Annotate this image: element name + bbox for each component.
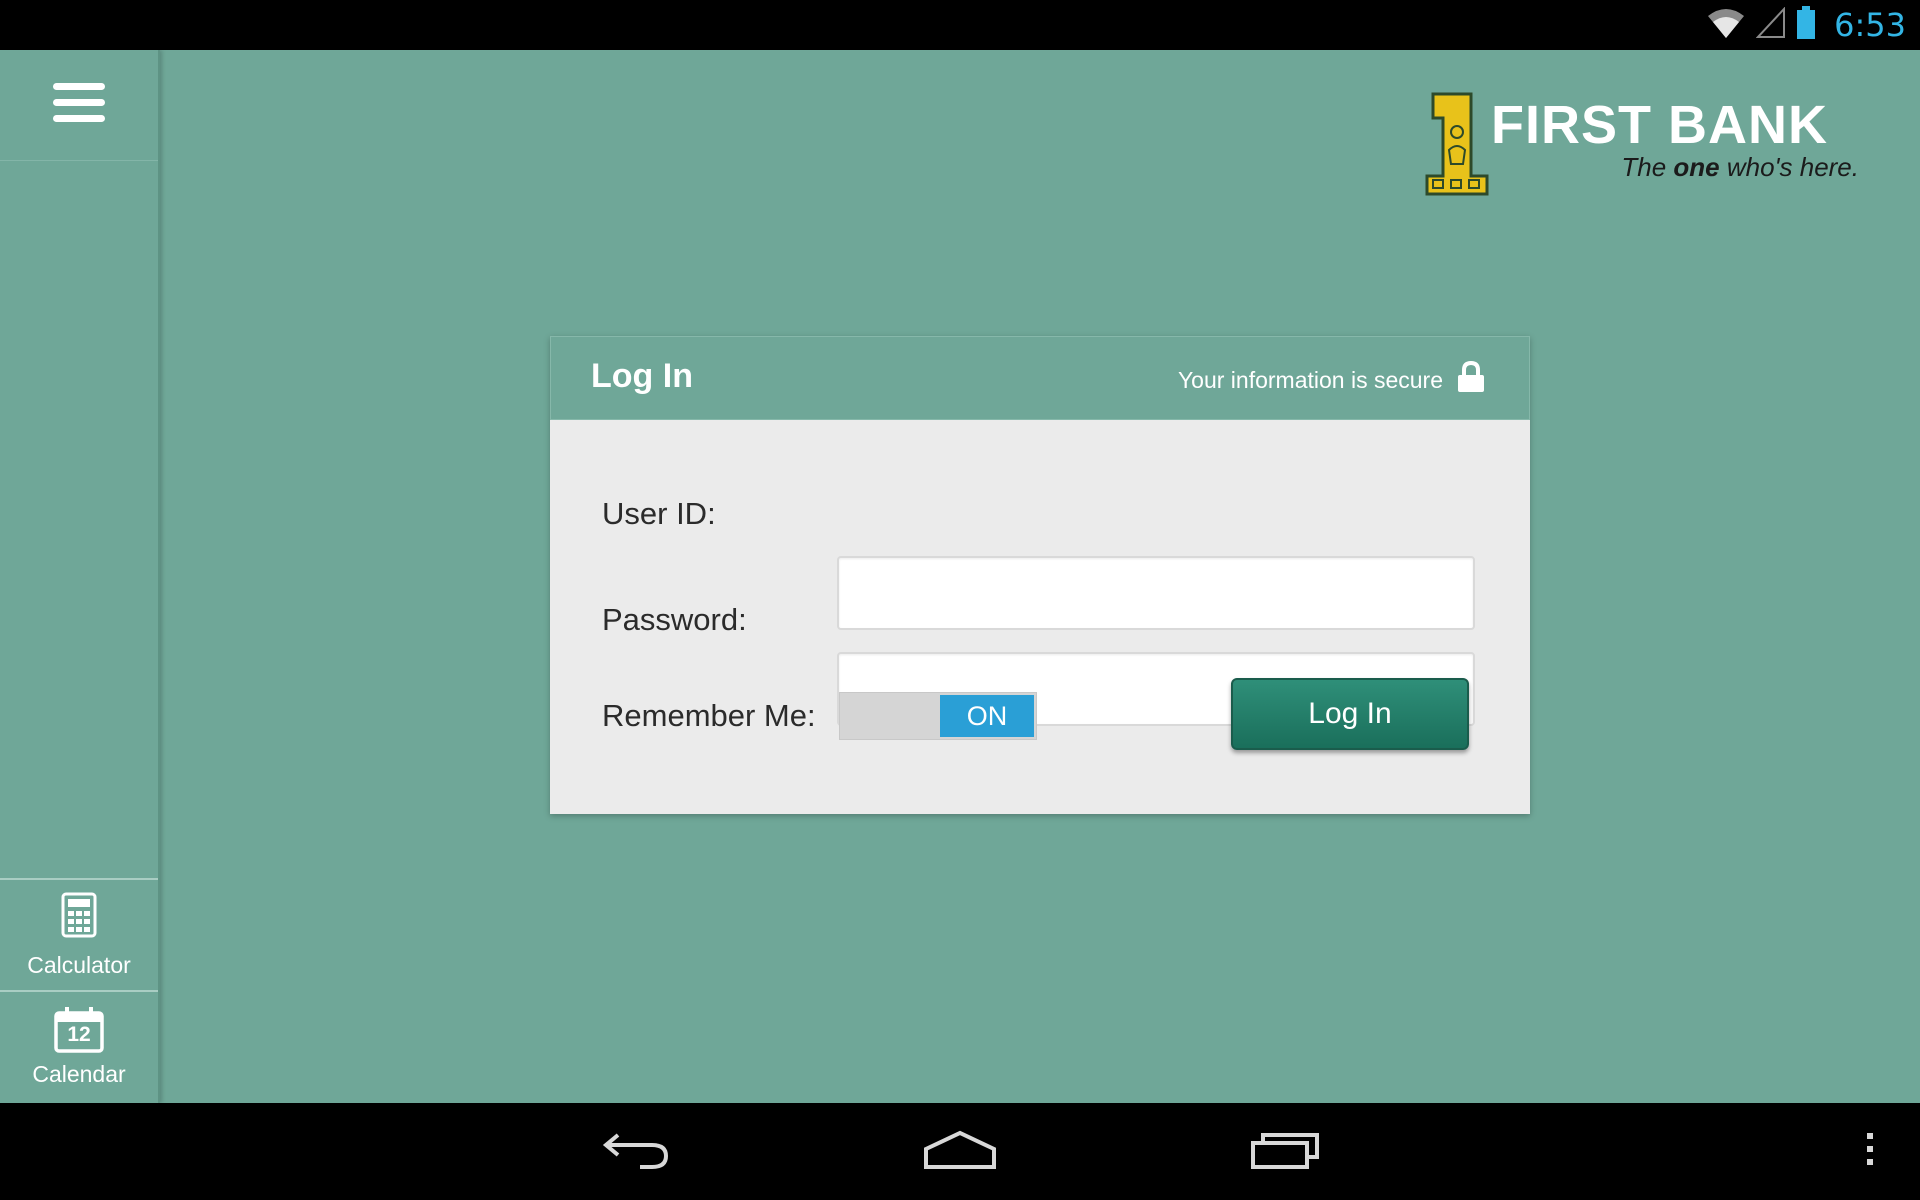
logo-numeral-icon <box>1425 92 1489 196</box>
calculator-icon <box>61 892 97 944</box>
login-title: Log In <box>591 357 693 395</box>
user-id-label: User ID: <box>602 496 716 531</box>
wifi-icon <box>1706 6 1746 45</box>
home-icon <box>922 1129 998 1174</box>
sidebar-item-calendar[interactable]: 12 Calendar <box>0 990 158 1102</box>
status-icons: 6:53 <box>1706 0 1906 50</box>
secure-text: Your information is secure <box>1177 366 1443 393</box>
status-time: 6:53 <box>1834 6 1906 44</box>
remember-me-label: Remember Me: <box>602 698 816 733</box>
user-id-input[interactable] <box>837 556 1475 630</box>
status-bar: 6:53 <box>0 0 1920 50</box>
login-card: Log In Your information is secure User I… <box>550 336 1530 814</box>
back-icon <box>600 1129 670 1174</box>
recent-apps-button[interactable] <box>1240 1103 1330 1200</box>
toggle-state: ON <box>940 695 1034 737</box>
tagline-bold: one <box>1673 152 1720 182</box>
tagline-pre: The <box>1621 152 1674 182</box>
remember-me-toggle[interactable]: ON <box>839 692 1037 740</box>
overflow-menu-icon <box>1865 1129 1875 1174</box>
sidebar-item-label: Calendar <box>32 1060 126 1087</box>
sidebar-item-calculator[interactable]: Calculator <box>0 878 158 990</box>
hamburger-menu-icon <box>53 81 105 130</box>
recent-apps-icon <box>1249 1129 1321 1174</box>
calendar-icon-date: 12 <box>67 1022 91 1046</box>
calendar-icon: 12 <box>54 1006 104 1053</box>
sidebar-item-label: Calculator <box>27 951 131 978</box>
secure-notice: Your information is secure <box>1177 360 1485 399</box>
tagline-post: who's here. <box>1719 152 1859 182</box>
home-button[interactable] <box>915 1103 1005 1200</box>
login-button[interactable]: Log In <box>1231 678 1469 750</box>
logo-tagline: The one who's here. <box>1621 152 1859 183</box>
navigation-bar <box>0 1103 1920 1200</box>
lock-icon <box>1457 360 1485 399</box>
bank-logo: FIRST BANK The one who's here. <box>1425 92 1865 202</box>
menu-button[interactable] <box>0 50 158 161</box>
overflow-menu-button[interactable] <box>1850 1103 1890 1200</box>
back-button[interactable] <box>590 1103 680 1200</box>
login-card-header: Log In Your information is secure <box>550 336 1530 420</box>
battery-icon <box>1796 5 1816 45</box>
logo-name: FIRST BANK <box>1491 95 1828 155</box>
login-card-body: User ID: Password: Remember Me: ON Log I… <box>550 420 1530 814</box>
password-label: Password: <box>602 602 747 637</box>
cell-signal-icon <box>1755 5 1786 44</box>
sidebar: Calculator 12 Calendar <box>0 50 160 1103</box>
